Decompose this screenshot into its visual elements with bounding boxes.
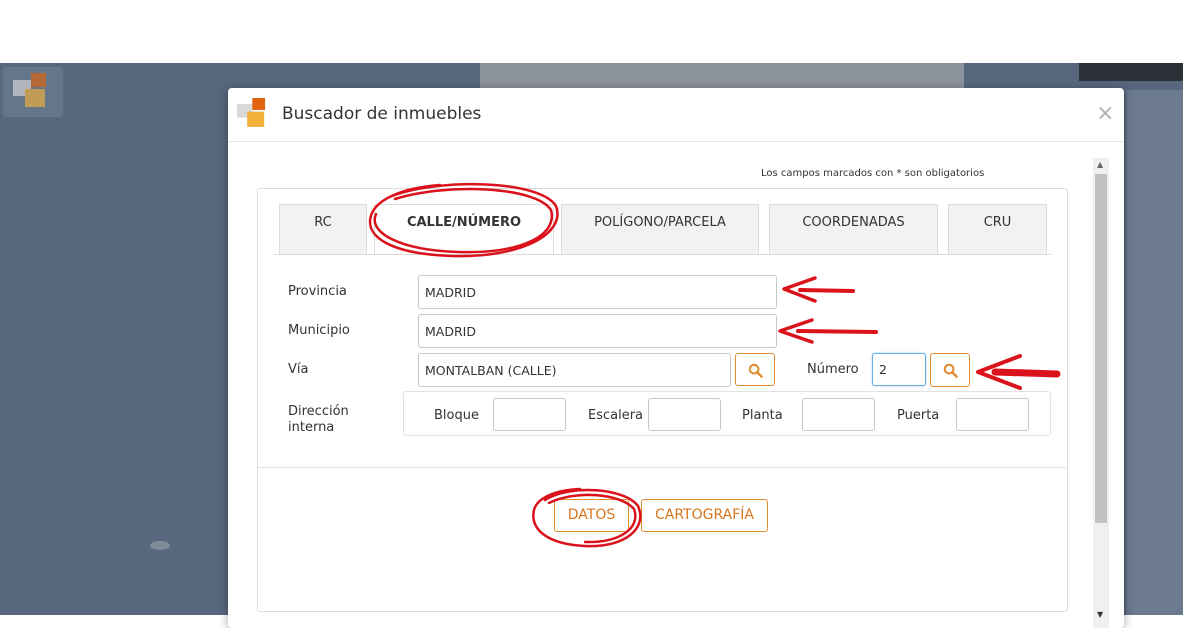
dialog-scrollbar[interactable]: ▲ ▼: [1093, 158, 1109, 628]
tab-cru[interactable]: CRU: [948, 204, 1047, 254]
panel-divider: [258, 467, 1067, 468]
dialog-header: Buscador de inmuebles ×: [228, 88, 1124, 142]
catastro-logo-icon: [13, 73, 51, 111]
municipio-label: Municipio: [288, 323, 350, 338]
bloque-label: Bloque: [434, 408, 479, 423]
search-panel: RC CALLE/NÚMERO POLÍGONO/PARCELA COORDEN…: [257, 188, 1068, 612]
tab-rc[interactable]: RC: [279, 204, 367, 254]
tab-calle-numero[interactable]: CALLE/NÚMERO: [374, 204, 554, 255]
search-icon: [748, 363, 763, 378]
map-region: [480, 63, 964, 91]
required-fields-note: Los campos marcados con * son obligatori…: [761, 168, 985, 179]
catastro-logo-icon: [237, 98, 269, 130]
close-icon[interactable]: ×: [1096, 101, 1114, 126]
tab-poligono-parcela[interactable]: POLÍGONO/PARCELA: [561, 204, 759, 254]
numero-input[interactable]: [872, 353, 926, 386]
direccion-interna-label-line2: interna: [288, 420, 335, 435]
numero-label: Número: [807, 362, 859, 377]
cartografia-button[interactable]: CARTOGRAFÍA: [641, 499, 768, 532]
bloque-input[interactable]: [493, 398, 566, 431]
direccion-interna-label: Dirección interna: [288, 404, 349, 436]
app-menu-button[interactable]: [3, 67, 63, 117]
direccion-interna-group: Bloque Escalera Planta Puerta: [403, 391, 1051, 436]
direccion-interna-label-line1: Dirección: [288, 404, 349, 419]
dialog-title: Buscador de inmuebles: [282, 104, 482, 124]
via-search-button[interactable]: [735, 353, 775, 386]
puerta-input[interactable]: [956, 398, 1029, 431]
top-bar: [0, 0, 1183, 63]
planta-input[interactable]: [802, 398, 875, 431]
provincia-label: Provincia: [288, 284, 347, 299]
escalera-input[interactable]: [648, 398, 721, 431]
municipio-input[interactable]: [418, 314, 777, 348]
provincia-input[interactable]: [418, 275, 777, 309]
via-label: Vía: [288, 362, 309, 377]
planta-label: Planta: [742, 408, 783, 423]
escalera-label: Escalera: [588, 408, 644, 423]
scroll-up-arrow-icon[interactable]: ▲: [1097, 160, 1103, 169]
puerta-label: Puerta: [897, 408, 940, 423]
scroll-thumb[interactable]: [1095, 174, 1107, 523]
datos-button[interactable]: DATOS: [554, 499, 629, 532]
map-island: [150, 541, 170, 550]
numero-search-button[interactable]: [930, 353, 970, 387]
search-icon: [943, 363, 958, 378]
tab-coordenadas[interactable]: COORDENADAS: [769, 204, 938, 254]
property-search-dialog: Buscador de inmuebles × Los campos marca…: [228, 88, 1124, 628]
map-coast: [1126, 90, 1183, 615]
map-overlay-corner: [1079, 63, 1183, 81]
tabs-divider: [274, 254, 1051, 255]
via-input[interactable]: [418, 353, 731, 387]
